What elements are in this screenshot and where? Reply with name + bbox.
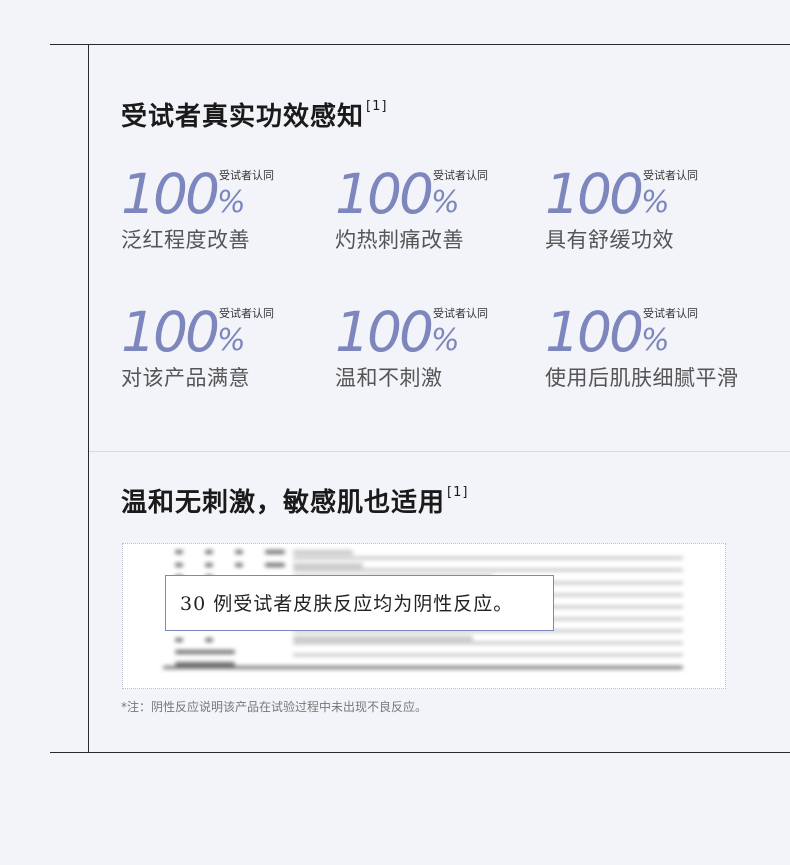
stat-unit: % [641, 185, 670, 220]
negative-reaction-callout: 30 例受试者皮肤反应均为阴性反应。 [165, 575, 554, 631]
stat-unit: % [217, 185, 246, 220]
stat-gentle-non-irritating: 100 受试者认同 % 温和不刺激 [335, 304, 555, 404]
stat-smooth-skin: 100 受试者认同 % 使用后肌肤细腻平滑 [545, 304, 765, 404]
stat-label: 使用后肌肤细腻平滑 [545, 366, 739, 390]
stat-label: 具有舒缓功效 [545, 228, 674, 252]
stat-value: 100 [335, 162, 434, 226]
stat-unit: % [217, 323, 246, 358]
stat-tag: 受试者认同 [219, 307, 274, 320]
stat-tag: 受试者认同 [219, 169, 274, 182]
frame-bottom-line [50, 752, 790, 753]
frame-top-line [50, 44, 790, 45]
stat-value: 100 [121, 300, 220, 364]
gentle-title-reference: [1] [447, 485, 469, 500]
stat-unit: % [431, 323, 460, 358]
stat-burning-improved: 100 受试者认同 % 灼热刺痛改善 [335, 166, 555, 266]
efficacy-section-title: 受试者真实功效感知 [1] [121, 100, 387, 132]
efficacy-title-reference: [1] [366, 99, 388, 114]
test-report-image: 30 例受试者皮肤反应均为阴性反应。 [122, 543, 726, 689]
stat-label: 温和不刺激 [335, 366, 443, 390]
gentle-title-text: 温和无刺激，敏感肌也适用 [121, 488, 446, 518]
footnote: *注：阴性反应说明该产品在试验过程中未出现不良反应。 [121, 700, 428, 714]
stat-product-satisfaction: 100 受试者认同 % 对该产品满意 [121, 304, 341, 404]
stat-label: 泛红程度改善 [121, 228, 250, 252]
stat-tag: 受试者认同 [433, 307, 488, 320]
stat-tag: 受试者认同 [643, 307, 698, 320]
stat-value: 100 [545, 300, 644, 364]
stat-unit: % [641, 323, 670, 358]
stat-unit: % [431, 185, 460, 220]
stat-label: 灼热刺痛改善 [335, 228, 464, 252]
efficacy-title-text: 受试者真实功效感知 [121, 102, 365, 132]
stat-label: 对该产品满意 [121, 366, 250, 390]
stat-value: 100 [545, 162, 644, 226]
stat-tag: 受试者认同 [433, 169, 488, 182]
gentle-section-title: 温和无刺激，敏感肌也适用 [1] [121, 486, 468, 518]
stat-soothing-effect: 100 受试者认同 % 具有舒缓功效 [545, 166, 765, 266]
frame-left-line [88, 44, 89, 753]
stat-redness-improved: 100 受试者认同 % 泛红程度改善 [121, 166, 341, 266]
stat-tag: 受试者认同 [643, 169, 698, 182]
stat-value: 100 [335, 300, 434, 364]
section-divider [89, 451, 790, 452]
stat-value: 100 [121, 162, 220, 226]
